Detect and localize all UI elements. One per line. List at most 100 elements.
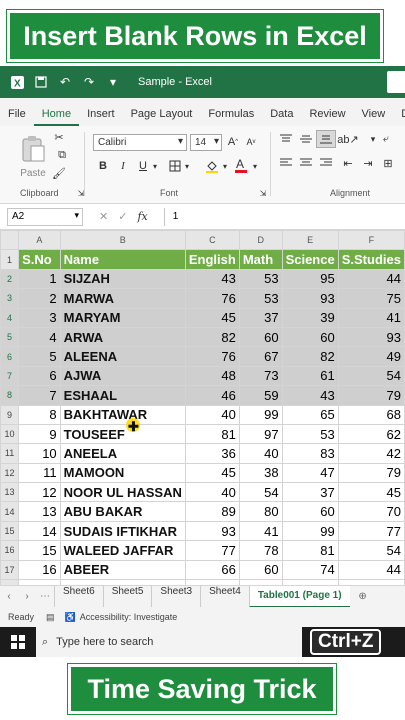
tab-formulas[interactable]: Formulas bbox=[200, 108, 262, 126]
table-cell[interactable]: 54 bbox=[337, 365, 405, 387]
column-title[interactable]: Science bbox=[281, 249, 339, 270]
increase-indent-icon[interactable]: ⇥ bbox=[360, 156, 376, 170]
formula-input[interactable]: 1 bbox=[163, 207, 394, 226]
table-cell[interactable]: 47 bbox=[281, 462, 339, 484]
table-cell[interactable]: 62 bbox=[337, 423, 405, 445]
align-right-icon[interactable] bbox=[318, 156, 334, 170]
table-cell[interactable]: 48 bbox=[184, 365, 240, 387]
row-number[interactable]: 13 bbox=[0, 482, 20, 503]
table-cell[interactable]: 44 bbox=[337, 268, 405, 290]
row-number[interactable]: 12 bbox=[0, 462, 20, 484]
table-cell[interactable]: 15 bbox=[18, 540, 61, 561]
table-cell[interactable]: WALEED JAFFAR bbox=[59, 540, 186, 561]
borders-icon[interactable] bbox=[168, 158, 182, 174]
row-number[interactable]: 1 bbox=[0, 249, 20, 270]
add-sheet-icon[interactable]: ⊕ bbox=[354, 591, 372, 602]
table-cell[interactable]: ANEELA bbox=[59, 443, 186, 464]
table-cell[interactable]: 66 bbox=[184, 559, 240, 581]
table-cell[interactable]: 79 bbox=[337, 462, 405, 484]
table-cell[interactable]: 54 bbox=[238, 482, 283, 503]
merge-cells-icon[interactable]: ⊞ bbox=[380, 156, 396, 170]
redo-icon[interactable]: ↷ bbox=[82, 75, 96, 89]
column-title[interactable]: S.No bbox=[18, 249, 61, 270]
table-cell[interactable]: 54 bbox=[337, 540, 405, 561]
table-cell[interactable]: 80 bbox=[238, 501, 283, 522]
row-number[interactable]: 2 bbox=[0, 268, 20, 290]
table-cell[interactable]: 12 bbox=[18, 482, 61, 503]
table-cell[interactable]: 42 bbox=[337, 443, 405, 464]
row-number[interactable]: 3 bbox=[0, 288, 20, 309]
spreadsheet-grid[interactable]: A B C D E F 1 S.No Name English Math Science S.Studi… bbox=[0, 230, 405, 585]
windows-start-icon[interactable] bbox=[0, 627, 36, 657]
table-cell[interactable]: 45 bbox=[184, 307, 240, 328]
column-header[interactable]: E bbox=[281, 230, 339, 251]
table-cell[interactable]: 93 bbox=[337, 326, 405, 348]
table-cell[interactable]: SUDAIS IFTIKHAR bbox=[59, 520, 186, 542]
column-title[interactable]: English bbox=[184, 249, 240, 270]
align-center-icon[interactable] bbox=[298, 156, 314, 170]
table-cell[interactable]: 81 bbox=[281, 540, 339, 561]
table-cell[interactable]: MAMOON bbox=[59, 462, 186, 484]
row-number[interactable]: 8 bbox=[0, 385, 20, 406]
table-cell[interactable]: 45 bbox=[337, 482, 405, 503]
table-cell[interactable]: 49 bbox=[337, 346, 405, 367]
table-cell[interactable]: 97 bbox=[238, 423, 283, 445]
table-cell[interactable]: ESHAAL bbox=[59, 385, 186, 406]
cut-icon[interactable]: ✂ bbox=[52, 130, 66, 144]
table-cell[interactable]: 89 bbox=[184, 501, 240, 522]
orientation-icon[interactable]: ab↗ bbox=[337, 132, 358, 146]
insert-function-icon[interactable]: fx bbox=[137, 210, 147, 223]
table-cell[interactable]: ALEENA bbox=[59, 346, 186, 367]
customize-toolbar-icon[interactable]: ▾ bbox=[106, 75, 120, 89]
paste-button[interactable]: Paste bbox=[16, 166, 50, 180]
tab-home[interactable]: Home bbox=[33, 108, 80, 126]
chevron-down-icon[interactable]: ▾ bbox=[150, 158, 160, 174]
table-cell[interactable]: 81 bbox=[184, 423, 240, 445]
row-number[interactable]: 16 bbox=[0, 540, 20, 561]
table-cell[interactable]: 43 bbox=[184, 268, 240, 290]
table-cell[interactable]: 65 bbox=[281, 404, 339, 425]
table-cell[interactable]: 46 bbox=[184, 385, 240, 406]
table-cell[interactable]: 68 bbox=[337, 404, 405, 425]
table-cell[interactable]: 1 bbox=[18, 268, 61, 290]
wrap-text-icon[interactable]: ⤶ bbox=[378, 132, 394, 146]
title-search-box[interactable] bbox=[387, 71, 405, 93]
table-cell[interactable]: 99 bbox=[238, 404, 283, 425]
table-cell[interactable]: 60 bbox=[238, 559, 283, 581]
italic-button[interactable]: I bbox=[116, 158, 130, 174]
row-number[interactable]: 15 bbox=[0, 520, 20, 542]
tab-review[interactable]: Review bbox=[301, 108, 353, 126]
select-all-corner[interactable] bbox=[0, 230, 20, 251]
align-left-icon[interactable] bbox=[278, 156, 294, 170]
row-number[interactable]: 9 bbox=[0, 404, 20, 425]
row-number[interactable]: 4 bbox=[0, 307, 20, 328]
column-title[interactable]: S.Studies bbox=[337, 249, 405, 270]
row-number[interactable]: 7 bbox=[0, 365, 20, 387]
table-cell[interactable]: 95 bbox=[281, 268, 339, 290]
sheet-tab[interactable]: Sheet3 bbox=[151, 585, 200, 608]
table-cell[interactable]: 40 bbox=[184, 404, 240, 425]
table-cell[interactable]: 74 bbox=[281, 559, 339, 581]
sheet-tab[interactable]: Table001 (Page 1) bbox=[248, 585, 350, 608]
row-number[interactable]: 14 bbox=[0, 501, 20, 522]
chevron-down-icon[interactable]: ▾ bbox=[182, 158, 192, 174]
copy-icon[interactable]: ⧉ bbox=[52, 148, 72, 162]
table-cell[interactable]: 7 bbox=[18, 385, 61, 406]
tab-view[interactable]: View bbox=[354, 108, 394, 126]
table-cell[interactable]: 36 bbox=[184, 443, 240, 464]
table-cell[interactable]: 5 bbox=[18, 346, 61, 367]
accessibility-status[interactable]: Accessibility: Investigate bbox=[80, 612, 178, 622]
table-cell[interactable]: 43 bbox=[281, 385, 339, 406]
table-cell[interactable]: 53 bbox=[281, 423, 339, 445]
table-cell[interactable]: 99 bbox=[281, 520, 339, 542]
table-cell[interactable]: 82 bbox=[184, 326, 240, 348]
table-cell[interactable]: 10 bbox=[18, 443, 61, 464]
table-cell[interactable]: 37 bbox=[238, 307, 283, 328]
sheet-tab[interactable]: Sheet4 bbox=[200, 585, 249, 608]
scroll-left-icon[interactable]: ‹ bbox=[0, 591, 18, 602]
table-cell[interactable]: 76 bbox=[184, 288, 240, 309]
taskbar-search[interactable]: ⌕ Type here to search bbox=[36, 627, 302, 657]
column-header[interactable]: F bbox=[337, 230, 405, 251]
table-cell[interactable]: 14 bbox=[18, 520, 61, 542]
table-cell[interactable]: 60 bbox=[238, 326, 283, 348]
